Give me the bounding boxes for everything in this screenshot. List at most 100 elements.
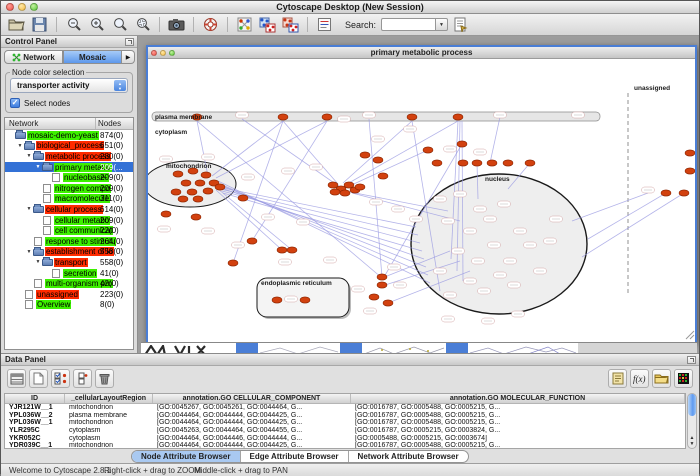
tree-item[interactable]: ▼transport558(0): [5, 257, 133, 268]
tree-item[interactable]: secretion41(0): [5, 268, 133, 279]
network-node[interactable]: [203, 188, 213, 194]
network-node[interactable]: [423, 147, 433, 153]
network-edge[interactable]: [582, 193, 684, 257]
tree-item[interactable]: response to stimulu264(0): [5, 236, 133, 247]
table-row[interactable]: YLR295Ccytoplasm[GO:0045263, GO:0044464,…: [5, 427, 685, 435]
attribute-grid-icon[interactable]: [7, 369, 26, 388]
network-node[interactable]: [377, 274, 387, 280]
network-node[interactable]: [178, 196, 188, 202]
network-edge[interactable]: [572, 193, 648, 221]
tree-item[interactable]: nitrogen compo209(0): [5, 183, 133, 194]
table-column-header[interactable]: ID: [5, 394, 65, 403]
save-session-icon[interactable]: [29, 15, 50, 34]
table-row[interactable]: YJR121W__1mitochondrion[GO:0045267, GO:0…: [5, 404, 685, 412]
view-zoom-button[interactable]: [169, 50, 175, 56]
tree-column-network[interactable]: Network: [5, 118, 96, 129]
network-node[interactable]: [300, 297, 310, 303]
network-node[interactable]: [195, 180, 205, 186]
help-icon[interactable]: [200, 15, 221, 34]
zoom-out-icon[interactable]: [63, 15, 84, 34]
network-edge[interactable]: [588, 193, 666, 239]
network-copy-red-icon[interactable]: [280, 15, 301, 34]
network-node[interactable]: [215, 184, 225, 190]
zoom-in-icon[interactable]: [86, 15, 107, 34]
zoom-fit-icon[interactable]: [109, 15, 130, 34]
network-node[interactable]: [377, 282, 387, 288]
network-node[interactable]: [181, 180, 191, 186]
background-window[interactable]: [141, 343, 236, 353]
expand-arrow-icon[interactable]: ▼: [34, 164, 42, 170]
table-row[interactable]: YPL036W__1mitochondrion[GO:0044464, GO:0…: [5, 419, 685, 427]
minimize-window-button[interactable]: [18, 3, 26, 11]
tree-item[interactable]: ▼biological_process651(0): [5, 141, 133, 152]
expand-arrow-icon[interactable]: ▼: [25, 153, 33, 159]
function-builder-icon[interactable]: f(x): [630, 369, 649, 388]
zoom-selected-icon[interactable]: [132, 15, 153, 34]
network-node[interactable]: [201, 172, 211, 178]
tree-item[interactable]: cellular metabo209(0): [5, 215, 133, 226]
tree-item[interactable]: ▼primary metabo209(...: [5, 162, 133, 173]
unselect-attributes-icon[interactable]: [73, 369, 92, 388]
import-attributes-icon[interactable]: [652, 369, 671, 388]
zoom-window-button[interactable]: [30, 3, 38, 11]
table-column-header[interactable]: _cellularLayoutRegion: [65, 394, 153, 403]
network-node[interactable]: [272, 297, 282, 303]
network-node[interactable]: [373, 157, 383, 163]
network-edge[interactable]: [283, 121, 338, 184]
delete-attribute-icon[interactable]: [95, 369, 114, 388]
network-canvas[interactable]: plasma membranecytoplasmmitochondrionnuc…: [148, 59, 695, 342]
network-node[interactable]: [228, 260, 238, 266]
tree-item[interactable]: nucleobase-209(0): [5, 172, 133, 183]
network-node[interactable]: [679, 190, 689, 196]
table-column-header[interactable]: annotation.GO CELLULAR_COMPONENT: [153, 394, 351, 403]
heatmap-icon[interactable]: [674, 369, 693, 388]
network-node[interactable]: [330, 189, 340, 195]
view-minimize-button[interactable]: [160, 50, 166, 56]
background-window[interactable]: [468, 343, 578, 353]
network-node[interactable]: [355, 184, 365, 190]
select-attributes-icon[interactable]: [51, 369, 70, 388]
network-node[interactable]: [277, 247, 287, 253]
expand-arrow-icon[interactable]: ▼: [25, 249, 33, 255]
network-node[interactable]: [503, 160, 513, 166]
search-dropdown-button[interactable]: ▼: [435, 18, 448, 31]
float-data-panel-icon[interactable]: [687, 356, 696, 364]
network-node[interactable]: [458, 160, 468, 166]
attribute-browser-tab[interactable]: Node Attribute Browser: [132, 451, 241, 462]
network-node[interactable]: [173, 171, 183, 177]
tree-item[interactable]: unassigned223(0): [5, 289, 133, 300]
network-node[interactable]: [191, 214, 201, 220]
attribute-editor-icon[interactable]: [608, 369, 627, 388]
attribute-browser-tab[interactable]: Edge Attribute Browser: [241, 451, 349, 462]
select-nodes-checkbox[interactable]: ✓: [10, 98, 20, 108]
close-window-button[interactable]: [6, 3, 14, 11]
annotation-icon[interactable]: [314, 15, 335, 34]
tree-column-nodes[interactable]: Nodes: [96, 118, 133, 129]
network-node[interactable]: [472, 160, 482, 166]
network-node[interactable]: [407, 114, 417, 120]
more-tabs-button[interactable]: ▶: [122, 50, 135, 64]
expand-arrow-icon[interactable]: ▼: [34, 259, 42, 265]
network-copy-blue-icon[interactable]: [257, 15, 278, 34]
tree-item[interactable]: Overview8(0): [5, 300, 133, 311]
network-edge[interactable]: [224, 189, 424, 259]
search-input[interactable]: [381, 18, 435, 31]
network-edge[interactable]: [242, 119, 340, 187]
resize-grip-icon[interactable]: [685, 330, 695, 340]
network-edge[interactable]: [343, 121, 412, 183]
tab-mosaic[interactable]: Mosaic: [63, 50, 122, 64]
scrollbar-arrows-icon[interactable]: ▲▼: [688, 435, 696, 447]
table-column-header[interactable]: annotation.GO MOLECULAR_FUNCTION: [351, 394, 685, 403]
scrollbar-thumb[interactable]: [688, 394, 696, 416]
network-node[interactable]: [369, 294, 379, 300]
table-scrollbar[interactable]: ▲▼: [687, 393, 697, 449]
network-node[interactable]: [360, 152, 370, 158]
background-windows-strip[interactable]: [141, 342, 697, 353]
tree-item[interactable]: mosaic-demo-yeast874(0): [5, 130, 133, 141]
network-node[interactable]: [457, 141, 467, 147]
network-node[interactable]: [187, 189, 197, 195]
snapshot-icon[interactable]: [166, 15, 187, 34]
import-table-icon[interactable]: [450, 15, 471, 34]
tab-network[interactable]: Network: [4, 50, 63, 64]
background-window[interactable]: [362, 343, 446, 353]
